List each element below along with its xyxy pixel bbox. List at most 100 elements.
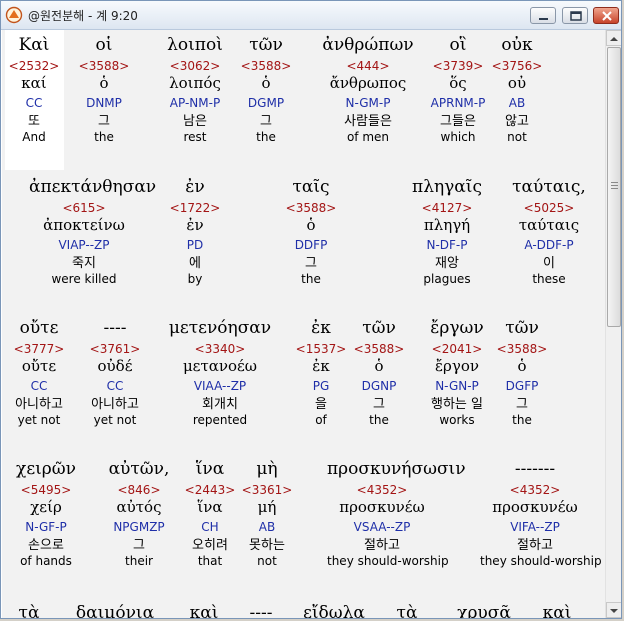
interlinear-view: Καὶ <2532> καί CC 또 And οἱ <3588> ὁ DNMP 그 the λοιπο… [2,30,605,618]
word-parsing: DDFP [294,238,328,252]
word-english: not [507,130,527,144]
word-english: repented [192,413,248,427]
word-english: were killed [51,272,117,286]
word-greek: καὶ [542,603,572,618]
word-lemma: ὁ [517,357,527,375]
word-strong: <3588> [496,342,548,356]
word-lemma: οὐδέ [97,357,133,375]
word-cell-partial[interactable]: καὶ [502,602,605,618]
word-korean: 절하고 [517,538,553,553]
word-strong: <3361> [241,483,293,497]
grip-line [611,182,618,183]
word-korean: 못하는 [249,538,285,553]
word-cell[interactable]: μὴ <3361> μή AB 못하는 not [212,458,322,569]
word-strong: <4352> [509,483,561,497]
grip-line [611,185,618,186]
scroll-thumb[interactable] [607,47,621,327]
word-parsing: VIFA--ZP [510,520,560,534]
word-greek: μετενόησαν [168,318,272,338]
word-cell[interactable]: πληγαῖς <4127> πληγή N-DF-P 재앙 plagues [392,176,502,287]
close-icon [602,11,612,21]
word-greek: προσκυνήσωσιν [327,459,466,479]
word-cell[interactable]: τῶν <3588> ὁ DGFP 그 the [467,317,577,428]
word-strong: <3588> [240,59,292,73]
vertical-scrollbar[interactable] [605,30,621,618]
word-parsing: N-DF-P [426,238,468,252]
scroll-up-button[interactable] [606,30,621,46]
word-lemma: ἐν [186,216,204,234]
word-greek: τῶν [249,35,283,55]
app-window: @원전분해 - 계 9:20 Καὶ <2532> καί CC 또 And οἱ <3588… [0,0,622,619]
word-strong: <615> [62,201,106,215]
word-cell[interactable]: ------- <4352> προσκυνέω VIFA--ZP 절하고 they sh… [480,458,602,569]
word-korean: 죽지 [72,256,96,271]
word-strong: <1722> [169,201,221,215]
arrow-down-icon [610,609,618,613]
word-lemma: προσκυνέω [339,498,425,516]
word-cell[interactable]: ἀπεκτάνθησαν <615> ἀποκτείνω VIAP--ZP 죽지 were… [29,176,157,287]
word-english: by [187,272,203,286]
arrow-up-icon [610,37,618,41]
app-icon [5,6,23,24]
word-lemma: μή [257,498,277,516]
word-english: they should-worship [480,554,602,568]
word-english: the [256,130,276,144]
word-cell[interactable]: ταῖς <3588> ὁ DDFP 그 the [256,176,366,287]
word-greek: οὐκ [501,35,533,55]
word-greek: τῶν [505,318,539,338]
word-greek: ταῖς [292,177,330,197]
word-cell[interactable]: ---- <3761> οὐδέ CC 아니하고 yet not [60,317,170,428]
word-english: they should-worship [327,554,449,568]
word-korean: 아니하고 [91,397,139,412]
word-parsing: DGMP [247,96,285,110]
window-title: @원전분해 - 계 9:20 [28,9,138,23]
word-lemma: ταύταις [518,216,580,234]
word-cell[interactable]: οὐκ <3756> οὐ AB 않고 not [462,34,572,145]
word-lemma: μετανοέω [182,357,258,375]
word-cell[interactable]: ἐν <1722> ἐν PD 에 by [140,176,250,287]
word-parsing: A-DDF-P [524,238,574,252]
maximize-button[interactable] [562,7,588,24]
word-parsing: DGFP [505,379,539,393]
close-button[interactable] [593,7,619,24]
word-parsing: VIAP--ZP [58,238,110,252]
word-cell[interactable]: ταύταις, <5025> ταύταις A-DDF-P 이 these [494,176,604,287]
word-english: yet not [93,413,137,427]
word-cell[interactable]: τῶν <3588> ὁ DGMP 그 the [211,34,321,145]
word-lemma: ὁ [306,216,316,234]
word-english: the [301,272,321,286]
word-greek: ------- [514,459,556,479]
word-greek: ἐν [185,177,205,197]
word-english: these [532,272,566,286]
word-cell[interactable]: μετενόησαν <3340> μετανοέω VIAA--ZP 회개치 repen… [165,317,275,428]
minimize-button[interactable] [530,7,556,24]
maximize-icon [570,11,582,21]
word-parsing: AB [508,96,526,110]
word-lemma: οὐ [507,74,527,92]
word-korean: 재앙 [435,256,459,271]
word-lemma: ὁ [261,74,271,92]
word-parsing: AB [258,520,276,534]
word-parsing: VIAA--ZP [193,379,247,393]
word-strong: <5025> [523,201,575,215]
minimize-icon [539,18,548,20]
word-english: the [512,413,532,427]
word-korean: 그 [516,397,528,412]
word-cell[interactable]: προσκυνήσωσιν <4352> προσκυνέω VSAA--ZP 절하고 t… [327,458,466,569]
word-greek: ἀπεκτάνθησαν [29,177,157,197]
word-greek: πληγαῖς [412,177,482,197]
word-strong: <4127> [421,201,473,215]
word-parsing: VSAA--ZP [353,520,411,534]
word-korean: 않고 [505,114,529,129]
word-korean: 에 [189,256,201,271]
title-bar[interactable]: @원전분해 - 계 9:20 [1,1,621,30]
word-korean: 그 [305,256,317,271]
word-korean: 이 [543,256,555,271]
word-korean: 그 [260,114,272,129]
word-greek: ---- [103,318,127,338]
scroll-down-button[interactable] [606,602,621,618]
word-korean: 회개치 [202,397,238,412]
word-lemma: πληγή [423,216,471,234]
word-parsing: CC [106,379,124,393]
word-strong: <4352> [356,483,408,497]
